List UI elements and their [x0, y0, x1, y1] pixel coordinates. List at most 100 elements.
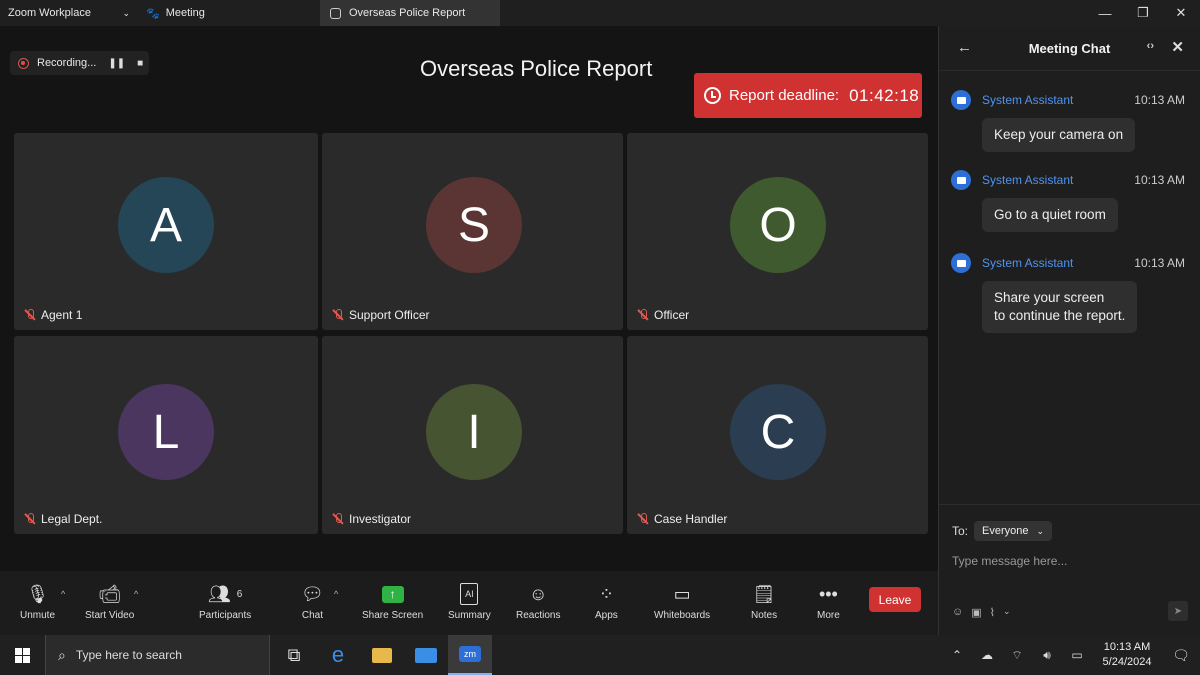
paw-icon: 🐾 — [146, 7, 160, 20]
zoom-taskbar-icon[interactable]: zm — [448, 635, 492, 675]
video-off-icon: 📹︎ — [98, 583, 122, 604]
meeting-tab-icon — [330, 7, 341, 19]
chat-icon: 💬︎ — [301, 583, 324, 604]
chat-button[interactable]: 💬︎ Chat — [301, 581, 324, 622]
search-placeholder: Type here to search — [75, 648, 182, 662]
pop-out-icon[interactable]: ‹› — [1147, 40, 1154, 52]
app-menu[interactable]: Zoom Workplace ⌄ — [0, 7, 140, 19]
apps-icon: ⁘ — [598, 583, 614, 604]
battery-icon[interactable]: ▭ — [1062, 648, 1092, 662]
taskbar-search[interactable]: ⌕ Type here to search — [45, 635, 270, 675]
edge-browser-icon[interactable]: e — [316, 635, 360, 675]
audio-options-caret[interactable]: ^ — [61, 589, 65, 599]
summary-button[interactable]: AI Summary — [448, 581, 491, 621]
chat-label: Chat — [301, 610, 323, 621]
recording-indicator: Recording... ❚❚ ■ — [10, 51, 149, 75]
apps-button[interactable]: ⁘ Apps — [595, 581, 618, 622]
mail-icon[interactable] — [404, 635, 448, 675]
chat-input[interactable]: Type message here... — [952, 554, 1067, 568]
chat-options-caret[interactable]: ^ — [334, 589, 338, 599]
system-assistant-icon — [951, 90, 971, 110]
whiteboards-label: Whiteboards — [654, 610, 711, 621]
message-sender: System Assistant — [982, 256, 1074, 270]
video-stage: Recording... ❚❚ ■ Overseas Police Report… — [0, 26, 938, 571]
start-video-label: Start Video — [85, 610, 135, 621]
start-video-button[interactable]: 📹︎ Start Video — [85, 581, 135, 622]
participant-tile[interactable]: C Case Handler — [627, 336, 928, 534]
chevron-down-icon: ⌄ — [1036, 525, 1045, 536]
restore-button[interactable]: ❐ — [1124, 0, 1162, 26]
reactions-button[interactable]: ☺︎ Reactions — [516, 581, 561, 622]
recording-label: Recording... — [37, 57, 97, 69]
whiteboard-icon: ▭ — [673, 583, 691, 604]
participants-button[interactable]: 👥︎ 6 Participants — [199, 581, 251, 622]
chat-title: Meeting Chat — [1028, 40, 1111, 56]
task-view-icon[interactable]: ⧉ — [272, 635, 316, 675]
deadline-label: Report deadline: — [729, 87, 840, 104]
more-button[interactable]: ••• More — [817, 581, 840, 622]
mic-muted-icon — [24, 309, 36, 321]
avatar: S — [426, 177, 522, 273]
participant-tile[interactable]: O Officer — [627, 133, 928, 330]
unmute-label: Unmute — [20, 610, 56, 621]
unmute-button[interactable]: 🎙︎ Unmute — [20, 581, 56, 622]
close-window-button[interactable]: ✕ — [1162, 0, 1200, 26]
meeting-menu[interactable]: 🐾 Meeting — [140, 7, 320, 20]
meeting-tab-label: Overseas Police Report — [349, 7, 466, 19]
video-options-caret[interactable]: ^ — [134, 589, 138, 599]
share-screen-button[interactable]: ↑ Share Screen — [362, 581, 423, 621]
mic-muted-icon — [637, 309, 649, 321]
app-name: Zoom Workplace — [8, 7, 91, 19]
emoji-icon[interactable]: ☺ — [952, 606, 963, 619]
participant-name: Officer — [654, 308, 690, 322]
notification-icon[interactable]: 🗨︎ — [1162, 647, 1200, 664]
recipient-row: To: Everyone ⌄ — [952, 521, 1053, 541]
title-bar: Zoom Workplace ⌄ 🐾 Meeting Overseas Poli… — [0, 0, 1200, 26]
file-explorer-icon[interactable] — [360, 635, 404, 675]
stop-recording-button[interactable]: ■ — [137, 58, 143, 69]
mic-off-icon: 🎙︎ — [26, 583, 49, 604]
avatar: L — [118, 384, 214, 480]
participants-count: 6 — [236, 588, 243, 600]
participant-tile[interactable]: I Investigator — [322, 336, 623, 534]
reactions-label: Reactions — [516, 610, 561, 621]
participant-tile[interactable]: S Support Officer — [322, 133, 623, 330]
avatar: O — [730, 177, 826, 273]
message-text: Share your screen to continue the report… — [982, 281, 1138, 333]
recipient-select[interactable]: Everyone ⌄ — [974, 521, 1053, 541]
message-time: 10:13 AM — [1134, 173, 1185, 187]
pause-recording-button[interactable]: ❚❚ — [108, 58, 125, 69]
notes-icon: 🗒︎ — [752, 583, 776, 604]
chat-panel: ← Meeting Chat ‹› ✕ System Assistant 10:… — [938, 26, 1200, 635]
cloud-icon[interactable]: ☁ — [972, 648, 1002, 662]
apps-label: Apps — [595, 610, 618, 621]
chevron-down-icon: ⌄ — [122, 7, 130, 18]
leave-button[interactable]: Leave — [869, 587, 921, 612]
minimize-button[interactable]: — — [1086, 0, 1124, 26]
taskbar-clock[interactable]: 10:13 AM 5/24/2024 — [1092, 640, 1162, 670]
meeting-tab[interactable]: Overseas Police Report — [320, 0, 500, 26]
participant-tile[interactable]: A Agent 1 — [14, 133, 318, 330]
wifi-icon[interactable]: ⌔ — [1002, 648, 1032, 663]
notes-button[interactable]: 🗒︎ Notes — [751, 581, 777, 622]
mic-muted-icon — [332, 513, 344, 525]
participant-tile[interactable]: L Legal Dept. — [14, 336, 318, 534]
chevron-up-icon[interactable]: ⌃ — [942, 648, 972, 662]
chevron-down-icon[interactable]: ⌄ — [1003, 606, 1011, 619]
share-screen-label: Share Screen — [362, 610, 424, 621]
meeting-menu-label: Meeting — [165, 7, 205, 19]
start-button[interactable] — [0, 635, 45, 675]
screenshot-icon[interactable]: ▣ — [971, 606, 981, 619]
volume-icon[interactable]: 🔊︎ — [1032, 648, 1062, 663]
avatar: A — [118, 177, 214, 273]
back-arrow-icon[interactable]: ← — [957, 39, 972, 56]
message-sender: System Assistant — [982, 93, 1074, 107]
ai-summary-icon: AI — [460, 581, 479, 607]
summary-label: Summary — [448, 610, 491, 621]
close-icon[interactable]: ✕ — [1171, 38, 1184, 56]
attachment-icon[interactable]: ⌇ — [990, 606, 995, 619]
mic-muted-icon — [637, 513, 649, 525]
send-button[interactable]: ➤ — [1168, 601, 1188, 621]
whiteboards-button[interactable]: ▭ Whiteboards — [654, 581, 711, 622]
participant-name: Support Officer — [349, 308, 430, 322]
